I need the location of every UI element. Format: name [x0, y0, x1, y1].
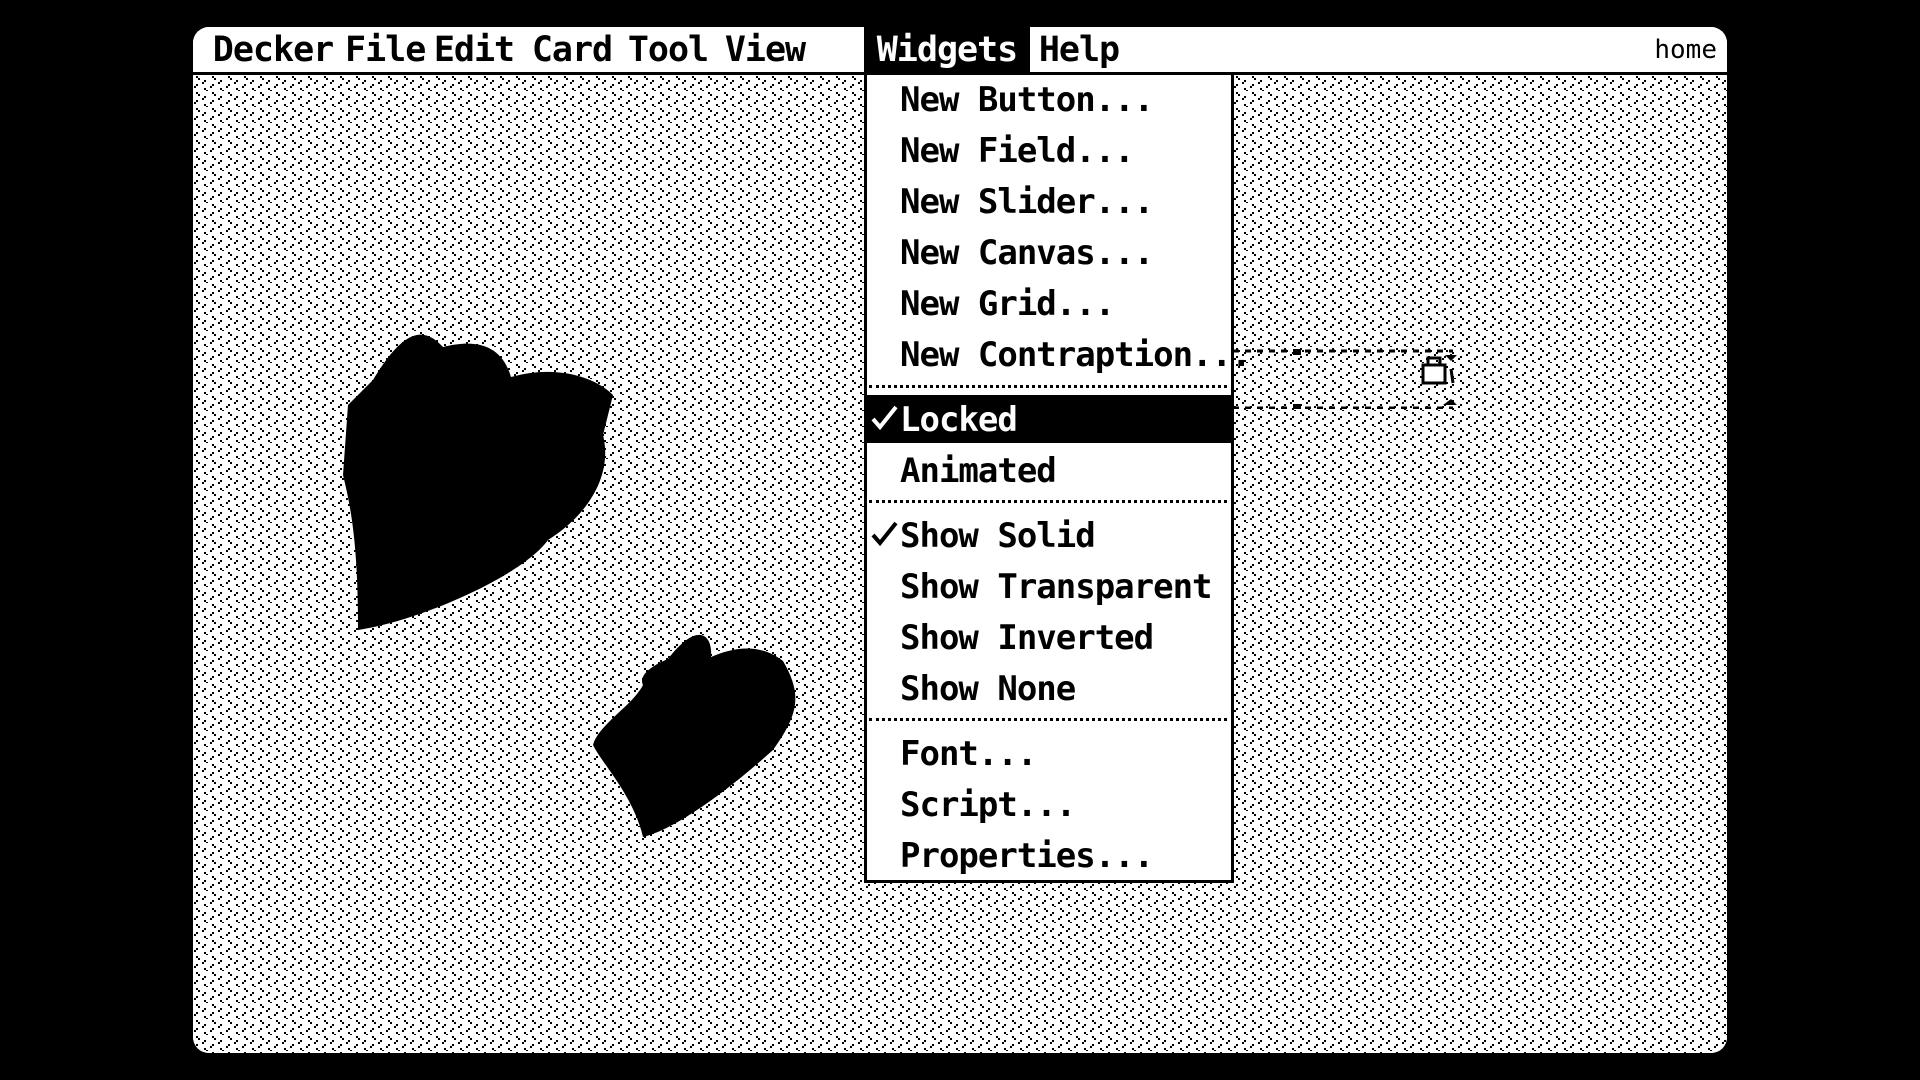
menu-separator — [869, 385, 1227, 388]
menu-item-label: Locked — [900, 400, 1018, 440]
menu-help[interactable]: Help — [1036, 27, 1122, 72]
menu-item-label: Show None — [900, 669, 1076, 709]
menu-separator — [869, 718, 1227, 721]
menu-item-label: Show Solid — [900, 516, 1096, 556]
menu-item-label: New Button... — [900, 80, 1154, 120]
menu-item-font[interactable]: Font... — [867, 729, 1231, 777]
menu-item-new-button[interactable]: New Button... — [867, 75, 1231, 123]
menu-item-show-inverted[interactable]: Show Inverted — [867, 613, 1231, 661]
menu-item-locked[interactable]: Locked — [867, 395, 1231, 443]
menu-item-label: New Grid... — [900, 284, 1115, 324]
menu-widgets[interactable]: Widgets — [864, 27, 1030, 72]
menu-item-properties[interactable]: Properties... — [867, 831, 1231, 879]
card-name-label: home — [1654, 35, 1717, 65]
menu-item-label: Animated — [900, 451, 1057, 491]
menu-item-animated[interactable]: Animated — [867, 446, 1231, 494]
small-heart — [593, 634, 796, 837]
menu-item-label: New Canvas... — [900, 233, 1154, 273]
menu-item-show-solid[interactable]: Show Solid — [867, 511, 1231, 559]
menu-view[interactable]: View — [719, 27, 811, 72]
check-icon — [871, 405, 898, 431]
menu-item-script[interactable]: Script... — [867, 780, 1231, 828]
menu-item-label: New Contraption... — [900, 335, 1251, 375]
menu-card[interactable]: Card — [527, 27, 617, 72]
menu-item-label: Font... — [900, 734, 1037, 774]
menu-item-new-grid[interactable]: New Grid... — [867, 279, 1231, 327]
menu-item-label: Properties... — [900, 836, 1154, 876]
menu-file[interactable]: File — [345, 27, 426, 72]
decker-screen: Decker File Edit Card Tool View Widgets … — [193, 27, 1727, 1053]
menu-item-new-field[interactable]: New Field... — [867, 126, 1231, 174]
menu-item-label: Script... — [900, 785, 1076, 825]
menu-item-new-slider[interactable]: New Slider... — [867, 177, 1231, 225]
menu-item-new-contraption[interactable]: New Contraption... — [867, 330, 1251, 378]
menu-item-label: New Field... — [900, 131, 1135, 171]
menu-item-new-canvas[interactable]: New Canvas... — [867, 228, 1231, 276]
menu-decker[interactable]: Decker — [211, 27, 335, 72]
menu-item-label: Show Transparent — [900, 567, 1213, 607]
menu-tool[interactable]: Tool — [627, 27, 709, 72]
menu-item-show-transparent[interactable]: Show Transparent — [867, 562, 1231, 610]
menu-item-show-none[interactable]: Show None — [867, 664, 1231, 712]
menu-item-label: Show Inverted — [900, 618, 1154, 658]
widgets-dropdown-menu: New Button... New Field... New Slider...… — [864, 75, 1251, 883]
lock-icon — [1421, 356, 1447, 385]
menu-bar: Decker File Edit Card Tool View Widgets … — [193, 27, 1727, 75]
selected-widget-outline[interactable] — [1233, 349, 1493, 409]
menu-separator — [869, 500, 1227, 503]
large-heart — [343, 334, 613, 630]
menu-edit[interactable]: Edit — [433, 27, 515, 72]
menu-item-label: New Slider... — [900, 182, 1154, 222]
check-icon — [871, 521, 898, 547]
